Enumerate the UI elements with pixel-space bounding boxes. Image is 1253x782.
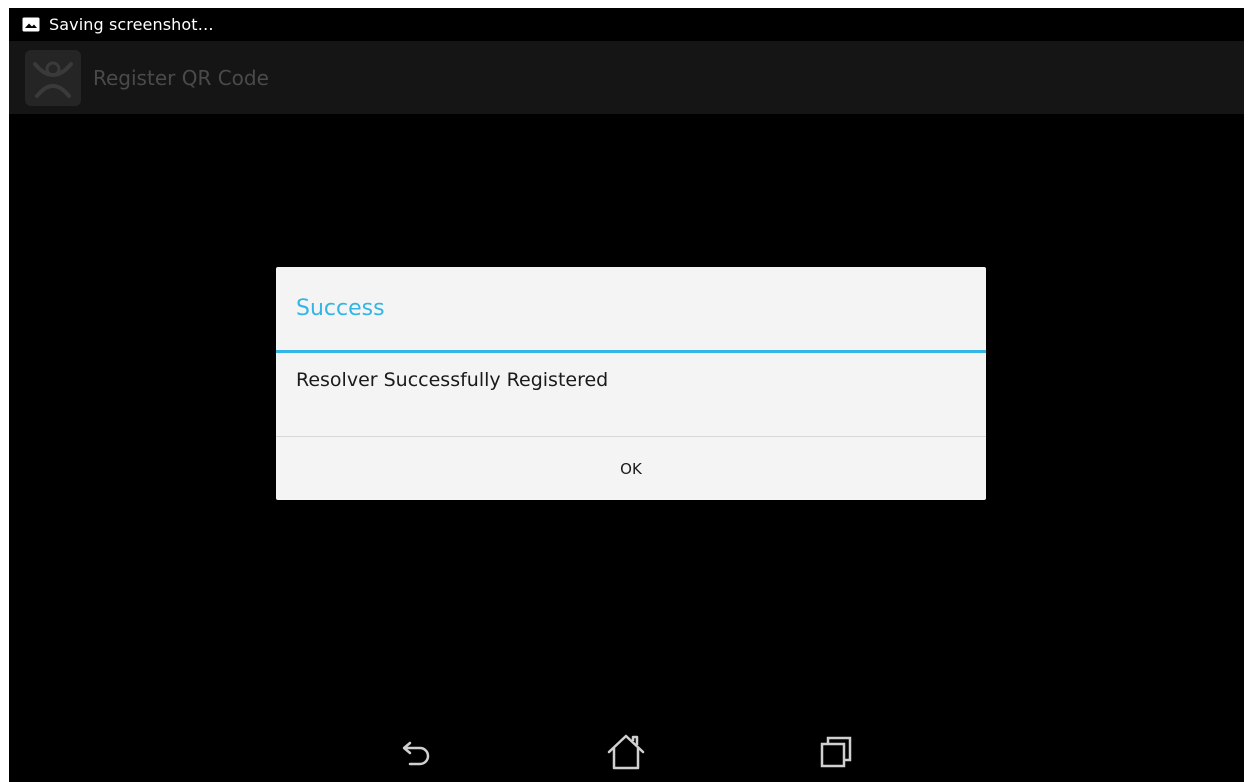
dialog-message: Resolver Successfully Registered	[296, 369, 609, 391]
ok-button[interactable]: OK	[276, 437, 986, 500]
home-button[interactable]	[596, 730, 656, 774]
status-bar: Saving screenshot…	[9, 8, 1244, 41]
recent-apps-button[interactable]	[806, 730, 866, 774]
recent-apps-icon	[820, 736, 852, 768]
device-screen: Saving screenshot… Register QR Code Succ…	[9, 8, 1244, 782]
app-logo-icon[interactable]	[25, 49, 81, 106]
status-notification-text: Saving screenshot…	[49, 15, 214, 34]
navigation-bar	[9, 718, 1244, 782]
success-dialog: Success Resolver Successfully Registered…	[276, 267, 986, 500]
page-title: Register QR Code	[93, 65, 269, 90]
image-icon	[22, 17, 40, 32]
home-icon	[607, 734, 645, 770]
back-button[interactable]	[388, 730, 448, 774]
back-icon	[402, 741, 430, 766]
dialog-title: Success	[296, 296, 385, 321]
action-bar: Register QR Code	[9, 41, 1244, 114]
